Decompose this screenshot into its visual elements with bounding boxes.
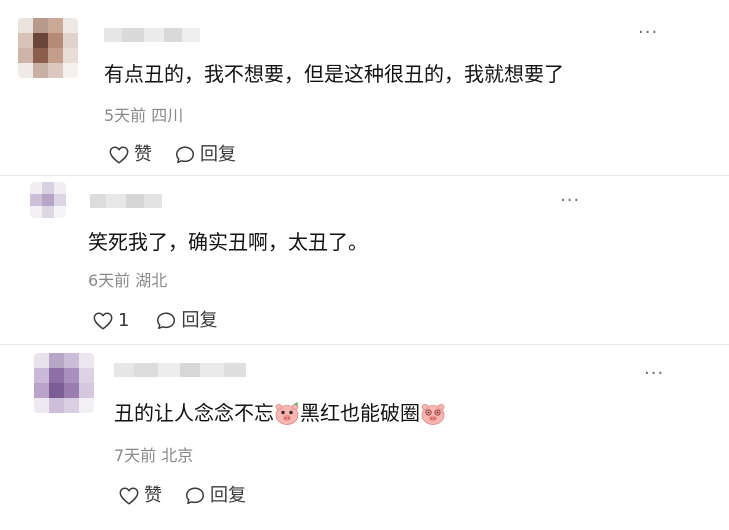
reply-label: 回复: [200, 144, 236, 165]
username-blurred[interactable]: [90, 194, 162, 208]
comment-item: ··· 丑的让人念念不忘 黑红也能破圈 7天前 北京 赞 回复: [0, 345, 729, 530]
comment-item: ··· 笑死我了，确实丑啊，太丑了。 6天前 湖北 1 回复: [0, 176, 729, 346]
comment-text-part1: 丑的让人念念不忘: [114, 401, 274, 425]
comment-actions: 1 回复: [92, 310, 217, 332]
more-options-icon[interactable]: ···: [644, 365, 664, 383]
like-label: 赞: [144, 485, 162, 506]
like-button[interactable]: 赞: [108, 144, 152, 166]
comment-actions: 赞 回复: [118, 485, 246, 507]
like-button[interactable]: 1: [92, 310, 129, 332]
heart-outline-icon: [119, 487, 139, 505]
reply-label: 回复: [210, 485, 246, 506]
heart-outline-icon: [109, 146, 129, 164]
reply-label: 回复: [181, 310, 218, 331]
comment-meta: 5天前 四川: [104, 106, 184, 125]
speech-bubble-icon: [157, 312, 176, 330]
comment-text: 笑死我了，确实丑啊，太丑了。: [88, 230, 368, 254]
avatar[interactable]: [18, 18, 78, 78]
comment-item: ··· 有点丑的，我不想要，但是这种很丑的，我就想要了 5天前 四川 赞 回复: [0, 0, 729, 180]
comment-meta: 7天前 北京: [114, 446, 194, 465]
heart-outline-icon: [93, 312, 113, 330]
avatar[interactable]: [30, 182, 66, 218]
more-options-icon[interactable]: ···: [638, 24, 658, 42]
username-blurred[interactable]: [104, 28, 200, 42]
speech-bubble-icon: [186, 487, 204, 505]
username-blurred[interactable]: [114, 363, 246, 377]
comment-text: 有点丑的，我不想要，但是这种很丑的，我就想要了: [104, 62, 564, 86]
avatar[interactable]: [34, 353, 94, 413]
reply-button[interactable]: 回复: [155, 310, 217, 332]
more-options-icon[interactable]: ···: [560, 192, 580, 210]
like-label: 赞: [134, 144, 152, 165]
like-count: 1: [118, 310, 130, 331]
reply-button[interactable]: 回复: [174, 144, 236, 166]
pig-face-emoji: [421, 404, 445, 425]
reply-button[interactable]: 回复: [184, 485, 246, 507]
pig-face-emoji: [275, 402, 299, 425]
comment-text-part2: 黑红也能破圈: [300, 401, 420, 425]
like-button[interactable]: 赞: [118, 485, 162, 507]
comment-meta: 6天前 湖北: [88, 271, 168, 290]
speech-bubble-icon: [176, 146, 194, 164]
comment-text: 丑的让人念念不忘 黑红也能破圈: [114, 399, 446, 427]
comment-actions: 赞 回复: [108, 144, 236, 166]
